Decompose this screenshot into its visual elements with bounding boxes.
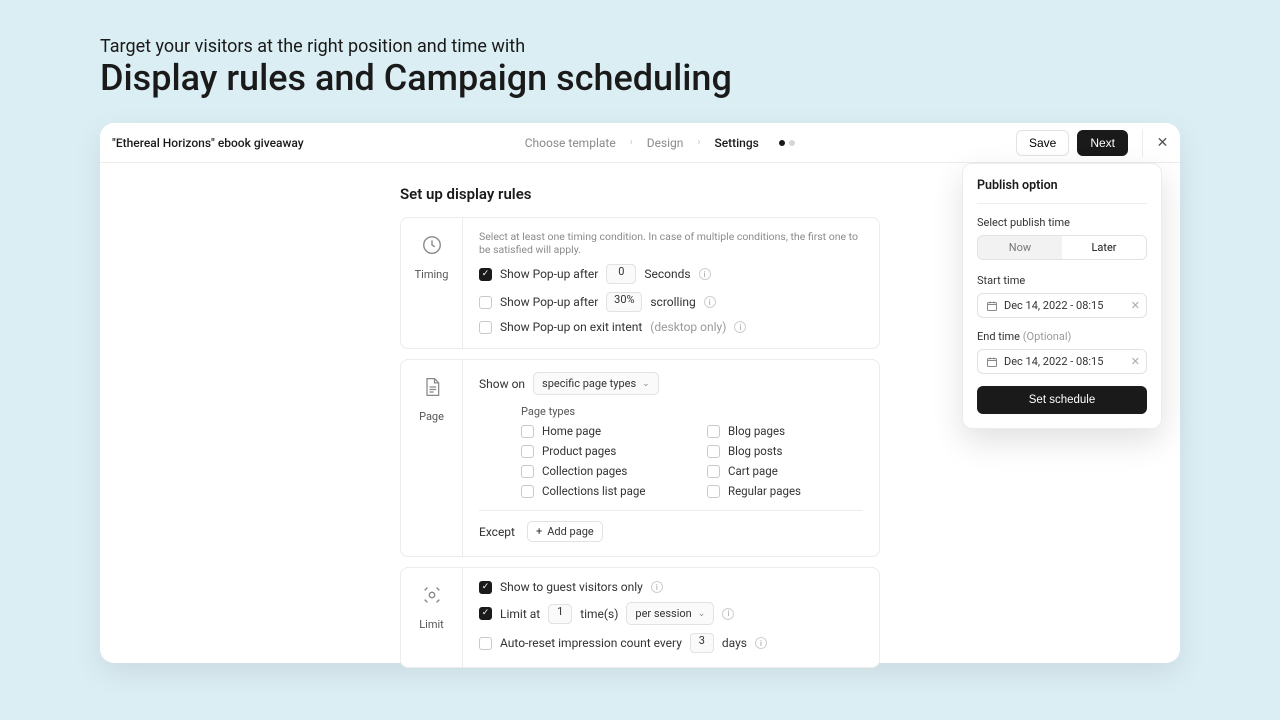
checkbox-product-pages[interactable] (521, 445, 534, 458)
page-type-label: Collections list page (542, 484, 645, 498)
hero-subtitle: Target your visitors at the right positi… (100, 36, 1180, 57)
checkbox-blog-posts[interactable] (707, 445, 720, 458)
checkbox-blog-pages[interactable] (707, 425, 720, 438)
show-on-select[interactable]: specific page types ⌄ (533, 372, 659, 395)
publish-later-option[interactable]: Later (1062, 236, 1146, 259)
page-card: Page Show on specific page types ⌄ Page … (400, 359, 880, 557)
end-time-label: End time (Optional) (977, 330, 1147, 343)
divider (977, 203, 1147, 204)
checkbox-regular-pages[interactable] (707, 485, 720, 498)
chevron-right-icon: › (630, 137, 633, 148)
step-settings[interactable]: Settings (714, 136, 758, 150)
chevron-down-icon: ⌄ (698, 609, 706, 619)
show-after-time-unit: Seconds (644, 267, 690, 281)
page-type-label: Regular pages (728, 484, 801, 498)
next-button[interactable]: Next (1077, 130, 1128, 156)
step-choose-template[interactable]: Choose template (525, 136, 616, 150)
checkbox-limit-at[interactable] (479, 607, 492, 620)
info-icon[interactable]: i (722, 608, 734, 620)
show-after-time-label: Show Pop-up after (500, 267, 598, 281)
chevron-right-icon: › (697, 137, 700, 148)
add-page-label: Add page (547, 525, 593, 538)
page-type-label: Product pages (542, 444, 616, 458)
start-time-value: Dec 14, 2022 - 08:15 (1004, 299, 1103, 312)
page-side-label: Page (419, 410, 444, 423)
close-icon: ✕ (1157, 134, 1169, 151)
page-type-label: Cart page (728, 464, 778, 478)
limit-count-input[interactable]: 1 (548, 604, 572, 624)
limit-period-select[interactable]: per session ⌄ (626, 602, 714, 625)
plus-icon: + (536, 525, 542, 538)
publish-title: Publish option (977, 178, 1147, 193)
show-after-scroll-input[interactable]: 30% (606, 292, 642, 312)
publish-time-label: Select publish time (977, 216, 1147, 229)
chevron-down-icon: ⌄ (642, 379, 650, 389)
show-after-scroll-label: Show Pop-up after (500, 295, 598, 309)
checkbox-show-after-scroll[interactable] (479, 296, 492, 309)
page-icon (419, 374, 445, 400)
divider (479, 510, 863, 511)
show-on-label: Show on (479, 377, 525, 391)
page-type-label: Blog posts (728, 444, 782, 458)
clear-end-time[interactable]: ✕ (1131, 355, 1140, 368)
show-after-time-input[interactable]: 0 (606, 264, 636, 284)
limit-icon (419, 582, 445, 608)
save-button[interactable]: Save (1016, 130, 1069, 156)
checkbox-cart-page[interactable] (707, 465, 720, 478)
checkbox-show-after-time[interactable] (479, 268, 492, 281)
start-time-input[interactable]: Dec 14, 2022 - 08:15 ✕ (977, 293, 1147, 318)
limit-side-label: Limit (419, 618, 444, 631)
close-button[interactable]: ✕ (1142, 129, 1170, 157)
campaign-name: "Ethereal Horizons" ebook giveaway (112, 136, 304, 150)
limit-unit: time(s) (580, 607, 618, 621)
limit-card: Limit Show to guest visitors only i Limi… (400, 567, 880, 668)
clock-icon (419, 232, 445, 258)
checkbox-auto-reset[interactable] (479, 637, 492, 650)
app-window: "Ethereal Horizons" ebook giveaway Choos… (100, 123, 1180, 663)
checkbox-collections-list-page[interactable] (521, 485, 534, 498)
page-type-label: Blog pages (728, 424, 785, 438)
calendar-icon (986, 356, 998, 368)
end-time-optional: (Optional) (1023, 330, 1072, 343)
except-label: Except (479, 525, 515, 539)
info-icon[interactable]: i (755, 637, 767, 649)
timing-card: Timing Select at least one timing condit… (400, 217, 880, 349)
timing-hint: Select at least one timing condition. In… (479, 230, 863, 256)
end-time-value: Dec 14, 2022 - 08:15 (1004, 355, 1103, 368)
info-icon[interactable]: i (699, 268, 711, 280)
publish-popover: Publish option Select publish time Now L… (962, 163, 1162, 429)
info-icon[interactable]: i (734, 321, 746, 333)
checkbox-home-page[interactable] (521, 425, 534, 438)
auto-reset-input[interactable]: 3 (690, 633, 714, 653)
page-type-label: Collection pages (542, 464, 627, 478)
page-type-label: Home page (542, 424, 601, 438)
add-page-button[interactable]: + Add page (527, 521, 603, 542)
step-design[interactable]: Design (647, 136, 684, 150)
calendar-icon (986, 300, 998, 312)
checkbox-exit-intent[interactable] (479, 321, 492, 334)
page-types-heading: Page types (521, 405, 863, 418)
auto-reset-unit: days (722, 636, 747, 650)
auto-reset-label: Auto-reset impression count every (500, 636, 682, 650)
checkbox-guest-visitors[interactable] (479, 581, 492, 594)
timing-side-label: Timing (415, 268, 449, 281)
exit-intent-note: (desktop only) (650, 320, 726, 334)
set-schedule-button[interactable]: Set schedule (977, 386, 1147, 414)
checkbox-collection-pages[interactable] (521, 465, 534, 478)
guest-visitors-label: Show to guest visitors only (500, 580, 643, 594)
publish-now-option[interactable]: Now (978, 236, 1062, 259)
wizard-steps: Choose template › Design › Settings (304, 136, 1016, 150)
end-time-input[interactable]: Dec 14, 2022 - 08:15 ✕ (977, 349, 1147, 374)
info-icon[interactable]: i (651, 581, 663, 593)
limit-at-label: Limit at (500, 607, 540, 621)
step-progress-dots (779, 140, 795, 146)
topbar: "Ethereal Horizons" ebook giveaway Choos… (100, 123, 1180, 163)
info-icon[interactable]: i (704, 296, 716, 308)
publish-time-segmented: Now Later (977, 235, 1147, 260)
show-after-scroll-unit: scrolling (650, 295, 695, 309)
exit-intent-label: Show Pop-up on exit intent (500, 320, 642, 334)
hero-title: Display rules and Campaign scheduling (100, 57, 1180, 99)
clear-start-time[interactable]: ✕ (1131, 299, 1140, 312)
start-time-label: Start time (977, 274, 1147, 287)
